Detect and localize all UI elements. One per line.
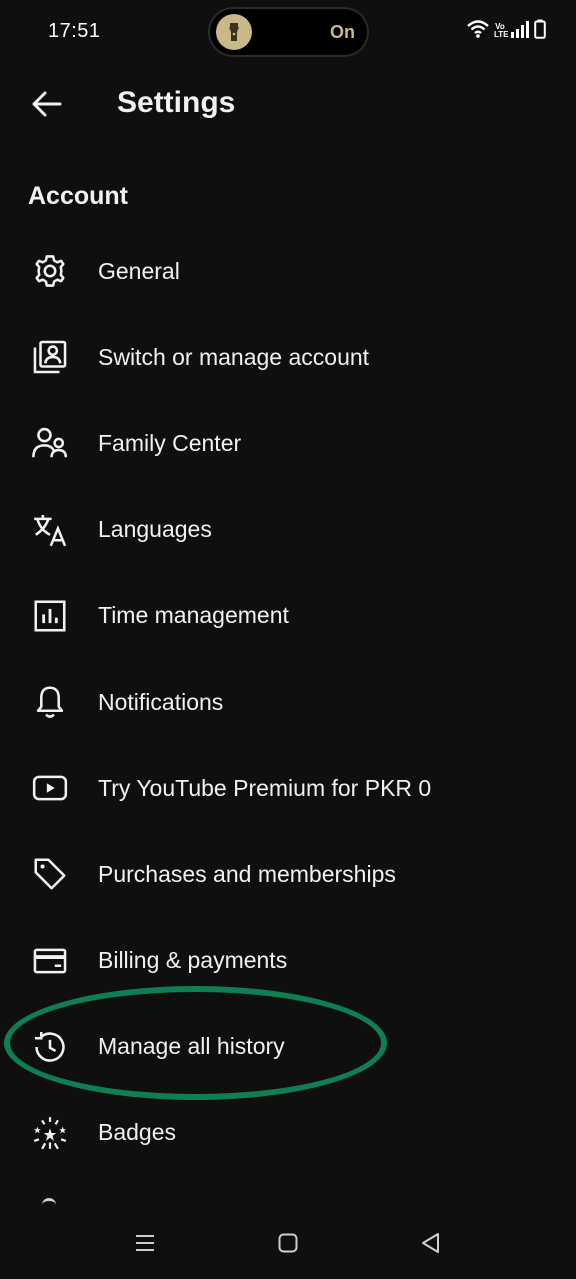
recents-button[interactable] (128, 1226, 162, 1260)
battery-icon (534, 19, 546, 44)
play-box-icon (31, 769, 69, 807)
triangle-back-icon (422, 1233, 439, 1253)
tag-icon (31, 855, 69, 893)
credit-card-icon (31, 942, 69, 980)
wifi-icon (466, 19, 490, 44)
back-nav-button[interactable] (414, 1226, 448, 1260)
settings-item-label: Languages (98, 516, 212, 543)
bar-chart-icon (31, 597, 69, 635)
settings-item-family-center[interactable]: Family Center (0, 400, 576, 486)
people-icon (31, 424, 69, 462)
app-bar: Settings (0, 66, 576, 142)
menu-icon (136, 1235, 154, 1251)
torch-indicator[interactable]: On (210, 9, 367, 55)
account-box-icon (31, 338, 69, 376)
back-button[interactable] (22, 80, 70, 128)
torch-state-label: On (330, 22, 355, 42)
settings-item-purchases[interactable]: Purchases and memberships (0, 831, 576, 917)
settings-item-label: Badges (98, 1119, 177, 1146)
settings-item-manage-history[interactable]: Manage all history (0, 1004, 576, 1090)
settings-item-label: Purchases and memberships (98, 860, 396, 887)
settings-item-label: Billing & payments (98, 947, 288, 974)
settings-item-billing[interactable]: Billing & payments (0, 918, 576, 1004)
settings-item-label: Family Center (98, 429, 242, 456)
settings-item-premium[interactable]: Try YouTube Premium for PKR 0 (0, 745, 576, 831)
status-icons: Vo LTE (466, 19, 546, 44)
flashlight-icon (216, 14, 252, 50)
settings-item-label: General (98, 257, 180, 284)
gear-icon (31, 252, 69, 290)
status-time: 17:51 (48, 20, 101, 42)
settings-item-languages[interactable]: Languages (0, 487, 576, 573)
settings-list: General Switch or manage account Family … (0, 228, 576, 1176)
settings-item-label: Try YouTube Premium for PKR 0 (98, 774, 432, 801)
settings-item-badges[interactable]: Badges (0, 1090, 576, 1176)
square-icon (278, 1233, 298, 1253)
settings-item-notifications[interactable]: Notifications (0, 659, 576, 745)
settings-item-label: Switch or manage account (98, 343, 370, 370)
signal-icon (510, 20, 530, 43)
settings-item-time-management[interactable]: Time management (0, 573, 576, 659)
settings-item-switch-account[interactable]: Switch or manage account (0, 314, 576, 400)
arrow-back-icon (32, 91, 62, 117)
badges-icon (31, 1114, 69, 1152)
settings-item-label: Notifications (98, 688, 224, 715)
home-button[interactable] (271, 1226, 305, 1260)
bell-icon (31, 683, 69, 721)
system-nav-bar (0, 1206, 576, 1279)
settings-item-label: Manage all history (98, 1033, 285, 1060)
settings-item-label: Time management (98, 602, 289, 629)
settings-item-general[interactable]: General (0, 228, 576, 314)
translate-icon (31, 511, 69, 549)
status-bar: 17:51 On Vo LTE (0, 0, 576, 64)
section-header-account: Account (28, 182, 128, 210)
volte-indicator: Vo LTE (494, 22, 509, 39)
history-icon (31, 1028, 69, 1066)
page-title: Settings (117, 86, 236, 119)
